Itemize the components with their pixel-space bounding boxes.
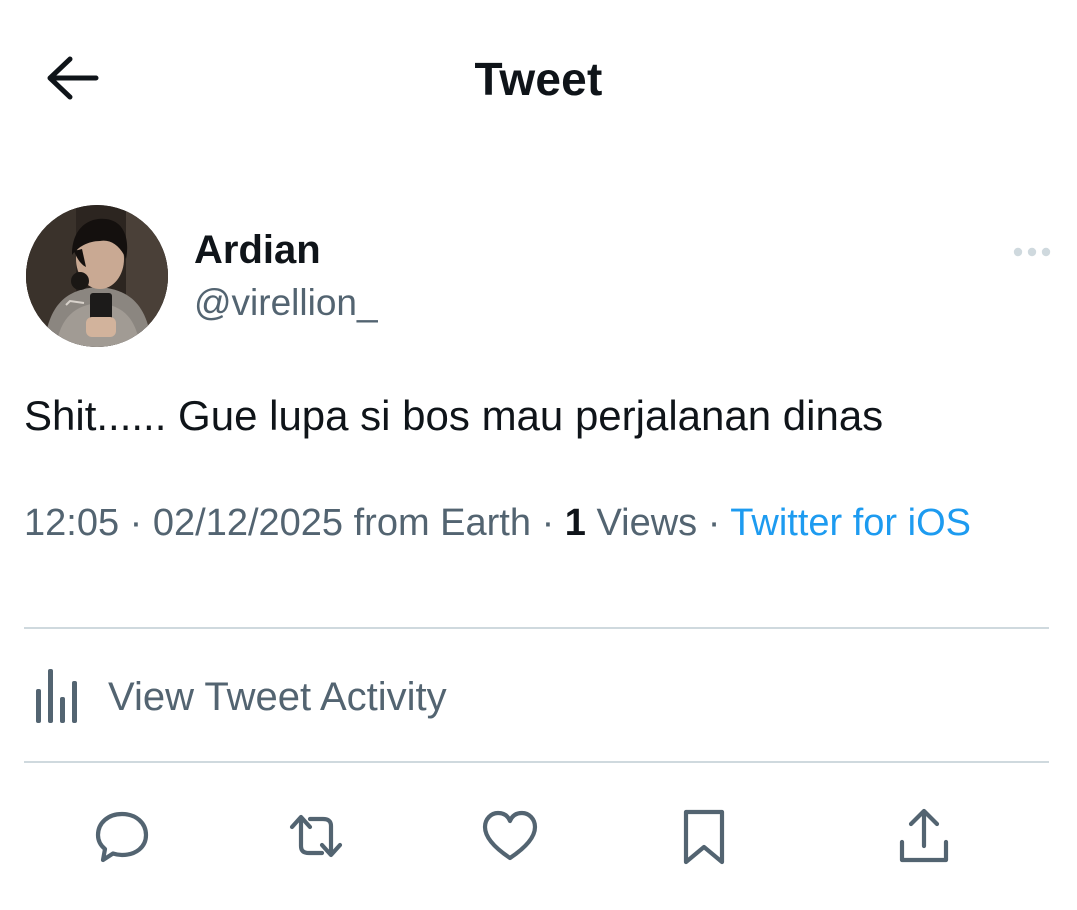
like-button[interactable] — [474, 800, 546, 872]
author-display-name[interactable]: Ardian — [194, 228, 321, 273]
bar-chart-icon — [36, 669, 77, 723]
retweet-button[interactable] — [280, 800, 352, 872]
heart-icon — [482, 810, 538, 861]
divider — [24, 627, 1049, 629]
tweet-source-link[interactable]: Twitter for iOS — [730, 502, 971, 544]
tweet-text: Shit...... Gue lupa si bos mau perjalana… — [24, 392, 884, 439]
page-title: Tweet — [474, 53, 603, 105]
view-tweet-activity-button[interactable]: View Tweet Activity — [24, 660, 624, 734]
tweet-location: from Earth — [343, 502, 532, 544]
avatar[interactable] — [26, 205, 168, 347]
more-horizontal-icon — [1013, 247, 1051, 257]
bookmark-button[interactable] — [668, 800, 740, 872]
views-count: 1 — [564, 502, 586, 544]
share-icon — [899, 808, 949, 863]
bookmark-icon — [683, 809, 725, 865]
view-tweet-activity-label: View Tweet Activity — [108, 674, 447, 719]
tweet-time: 12:05 — [24, 502, 120, 544]
tweet-date: 02/12/2025 — [152, 502, 344, 544]
share-button[interactable] — [888, 800, 960, 872]
meta-separator: · — [697, 502, 731, 544]
author-handle[interactable]: @virellion_ — [194, 282, 378, 324]
top-bar: Tweet — [0, 0, 1077, 160]
reply-icon — [95, 811, 149, 863]
reply-button[interactable] — [86, 800, 158, 872]
views-label: Views — [585, 502, 698, 544]
tweet-detail-page: Tweet Ardian @virellion_ Shit...... Gue … — [0, 0, 1077, 910]
meta-separator: · — [531, 502, 565, 544]
meta-separator: · — [119, 502, 153, 544]
retweet-icon — [289, 814, 343, 858]
avatar-photo — [26, 205, 168, 347]
divider — [24, 761, 1049, 763]
tweet-meta: 12:05 · 02/12/2025 from Earth · 1 Views … — [24, 498, 1034, 548]
tweet-action-bar — [0, 800, 1077, 872]
more-options-button[interactable] — [1004, 236, 1060, 268]
